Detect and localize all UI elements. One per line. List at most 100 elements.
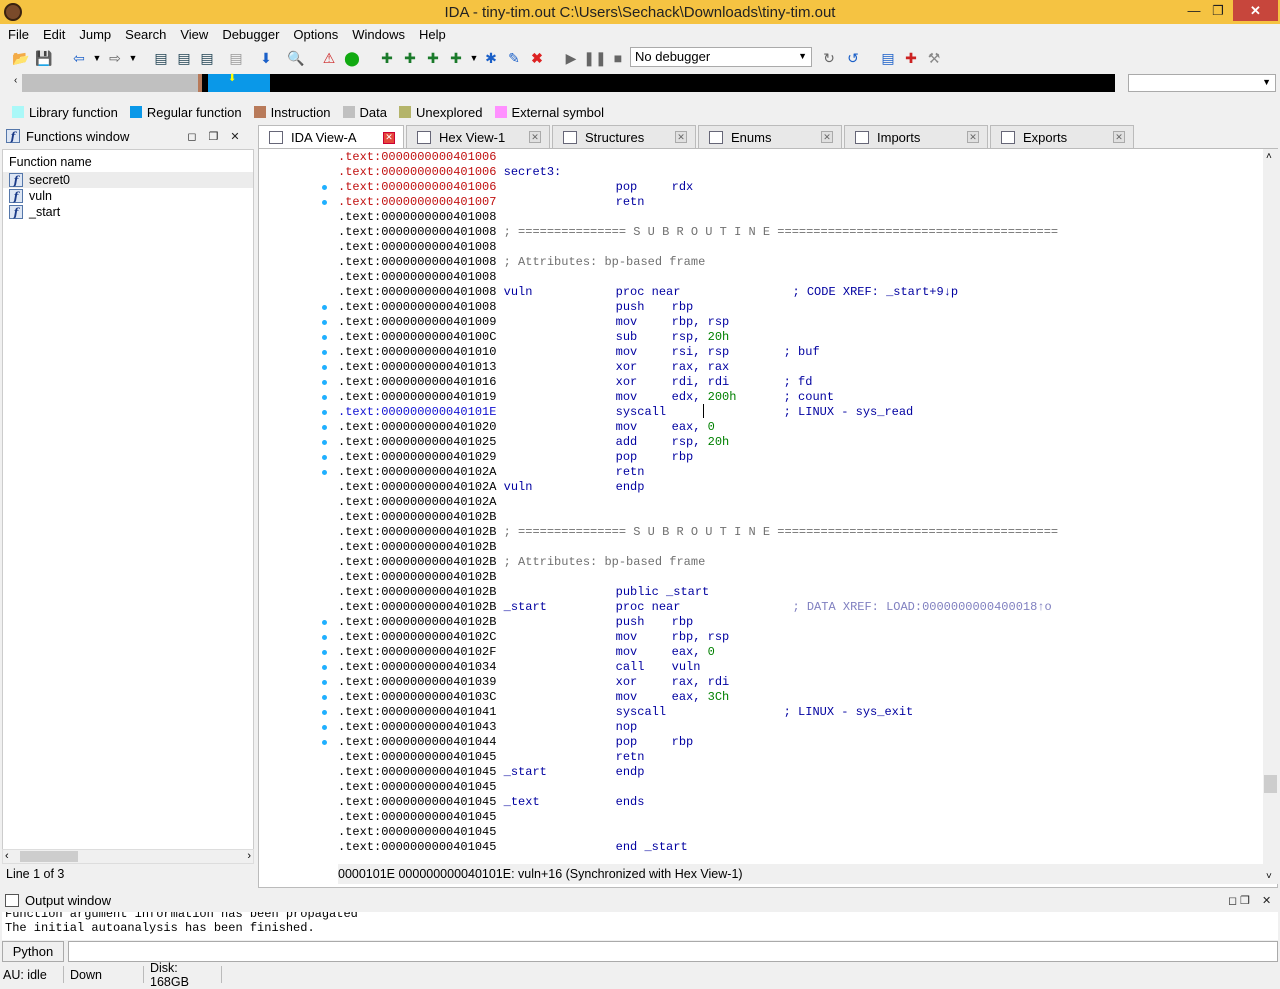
functions-hscroll-thumb[interactable] [20, 851, 78, 862]
disasm-line[interactable]: .text:0000000000401045 retn [338, 750, 1263, 765]
edit-icon[interactable]: ✎ [505, 49, 523, 67]
function-list-item[interactable]: f secret0 [3, 172, 253, 188]
disasm-line[interactable]: .text:0000000000401045 [338, 810, 1263, 825]
disasm-line[interactable]: .text:0000000000401008 [338, 210, 1263, 225]
disasm-line[interactable]: .text:000000000040102A vuln endp [338, 480, 1263, 495]
scroll-right-icon[interactable]: › [247, 850, 251, 862]
menu-help[interactable]: Help [411, 27, 452, 42]
disasm-line[interactable]: .text:000000000040102B ; ===============… [338, 525, 1263, 540]
tab-structures[interactable]: Structures ✕ [552, 125, 696, 148]
tab-close-icon[interactable]: ✕ [675, 131, 687, 143]
disasm-line[interactable]: .text:0000000000401008 [338, 270, 1263, 285]
disasm-line[interactable]: .text:0000000000401008 vuln proc near ; CO… [338, 285, 1263, 300]
disasm-line[interactable]: .text:000000000040102B push rbp [338, 615, 1263, 630]
disasm-line[interactable]: .text:000000000040102B [338, 570, 1263, 585]
disassembly-vscroll-thumb[interactable] [1264, 775, 1277, 793]
tab-close-icon[interactable]: ✕ [529, 131, 541, 143]
restore-icon[interactable]: ❐ [1206, 0, 1230, 21]
maximize-icon[interactable]: ◻ [187, 130, 196, 143]
scroll-left-icon[interactable]: ‹ [5, 850, 9, 862]
disasm-line[interactable]: .text:0000000000401006 secret3: [338, 165, 1263, 180]
disasm-line[interactable]: .text:000000000040102A [338, 495, 1263, 510]
tab-hex-view-1[interactable]: Hex View-1 ✕ [406, 125, 550, 148]
disasm-line[interactable]: .text:0000000000401009 mov rbp, rsp [338, 315, 1263, 330]
disasm-line[interactable]: .text:0000000000401020 mov eax, 0 [338, 420, 1263, 435]
create-string-icon[interactable]: ✚ [424, 49, 442, 67]
disasm-line[interactable]: .text:0000000000401045 _start endp [338, 765, 1263, 780]
disassembly-code[interactable]: .text:0000000000401006 .text:00000000004… [338, 150, 1263, 860]
segment-select[interactable]: ▼ [1128, 74, 1276, 92]
disasm-line[interactable]: .text:0000000000401045 [338, 780, 1263, 795]
tab-close-icon[interactable]: ✕ [821, 131, 833, 143]
menu-file[interactable]: File [0, 27, 35, 42]
disasm-line[interactable]: .text:0000000000401029 pop rbp [338, 450, 1263, 465]
disasm-line[interactable]: .text:000000000040100C sub rsp, 20h [338, 330, 1263, 345]
function-list-item[interactable]: f vuln [3, 188, 253, 204]
close-icon[interactable]: ✕ [1233, 0, 1278, 21]
app-icon[interactable] [4, 3, 22, 21]
disasm-line[interactable]: .text:000000000040101E syscall ; LINUX - … [338, 405, 1263, 420]
play-icon[interactable]: ▶ [562, 49, 580, 67]
save-icon[interactable]: 💾 [35, 49, 53, 67]
tab-imports[interactable]: Imports ✕ [844, 125, 988, 148]
debugger-select[interactable]: No debugger ▼ [630, 47, 812, 67]
disasm-line[interactable]: .text:000000000040102B _start proc near ; … [338, 600, 1263, 615]
maximize-icon[interactable]: ◻ [1228, 894, 1237, 907]
jump-down-icon[interactable]: ⬇ [257, 49, 275, 67]
chevron-down-icon[interactable]: ▼ [88, 49, 106, 67]
menu-windows[interactable]: Windows [344, 27, 411, 42]
struct-icon[interactable]: ✱ [482, 49, 500, 67]
float-icon[interactable]: ❐ [1240, 894, 1250, 907]
menu-edit[interactable]: Edit [35, 27, 71, 42]
disasm-line[interactable]: .text:0000000000401006 [338, 150, 1263, 165]
back-icon[interactable]: ⇦ [70, 49, 88, 67]
disasm-line[interactable]: .text:0000000000401039 xor rax, rdi [338, 675, 1263, 690]
disasm-line[interactable]: .text:000000000040102B [338, 510, 1263, 525]
tab-close-icon[interactable]: ✕ [967, 131, 979, 143]
scroll-down-icon[interactable]: ˅ [1266, 871, 1272, 882]
search-immediate-icon[interactable]: ▤ [198, 49, 216, 67]
disasm-line[interactable]: .text:0000000000401041 syscall ; LINUX - … [338, 705, 1263, 720]
disasm-line[interactable]: .text:0000000000401006 pop rdx [338, 180, 1263, 195]
disasm-line[interactable]: .text:0000000000401045 _text ends [338, 795, 1263, 810]
disasm-line[interactable]: .text:0000000000401008 [338, 240, 1263, 255]
disasm-line[interactable]: .text:000000000040102B public _start [338, 585, 1263, 600]
disasm-line[interactable]: .text:0000000000401025 add rsp, 20h [338, 435, 1263, 450]
tab-enums[interactable]: Enums ✕ [698, 125, 842, 148]
disasm-line[interactable]: .text:0000000000401008 push rbp [338, 300, 1263, 315]
minimize-icon[interactable]: — [1182, 0, 1206, 21]
function-name-header[interactable]: Function name [3, 150, 253, 172]
stop-icon[interactable]: ■ [609, 49, 627, 67]
search-next-icon[interactable]: ▤ [227, 49, 245, 67]
menu-view[interactable]: View [172, 27, 214, 42]
create-code-icon[interactable]: ✚ [378, 49, 396, 67]
close-icon[interactable]: ✕ [1262, 894, 1271, 907]
tab-close-icon[interactable]: ✕ [383, 131, 395, 144]
disasm-line[interactable]: .text:000000000040102F mov eax, 0 [338, 645, 1263, 660]
python-input[interactable] [68, 941, 1278, 962]
forward-icon[interactable]: ⇨ [106, 49, 124, 67]
float-icon[interactable]: ❐ [208, 130, 218, 143]
menu-jump[interactable]: Jump [71, 27, 117, 42]
disasm-line[interactable]: .text:000000000040102B [338, 540, 1263, 555]
disasm-line[interactable]: .text:0000000000401010 mov rsi, rsp ; buf [338, 345, 1263, 360]
disasm-line[interactable]: .text:0000000000401045 [338, 825, 1263, 840]
breakpoint-icon[interactable]: ✚ [902, 49, 920, 67]
delete-icon[interactable]: ✖ [528, 49, 546, 67]
disasm-line[interactable]: .text:000000000040102C mov rbp, rsp [338, 630, 1263, 645]
pause-icon[interactable]: ❚❚ [583, 49, 606, 67]
tab-ida-view-a[interactable]: IDA View-A ✕ [258, 125, 404, 149]
debug-run-icon[interactable]: ↺ [844, 49, 862, 67]
disasm-line[interactable]: .text:000000000040103C mov eax, 3Ch [338, 690, 1263, 705]
warning-icon[interactable]: ⚠ [320, 49, 338, 67]
chevron-down-icon[interactable]: ▼ [124, 49, 142, 67]
disasm-line[interactable]: .text:0000000000401034 call vuln [338, 660, 1263, 675]
disasm-line[interactable]: .text:0000000000401016 xor rdi, rdi ; fd [338, 375, 1263, 390]
function-list-item[interactable]: f _start [3, 204, 253, 220]
menu-options[interactable]: Options [285, 27, 344, 42]
find-icon[interactable]: 🔍 [287, 49, 305, 67]
green-circle-icon[interactable]: ⬤ [343, 49, 361, 67]
menu-search[interactable]: Search [117, 27, 172, 42]
disasm-line[interactable]: .text:0000000000401019 mov edx, 200h; cou… [338, 390, 1263, 405]
output-text[interactable]: Function argument information has been p… [2, 912, 1278, 940]
